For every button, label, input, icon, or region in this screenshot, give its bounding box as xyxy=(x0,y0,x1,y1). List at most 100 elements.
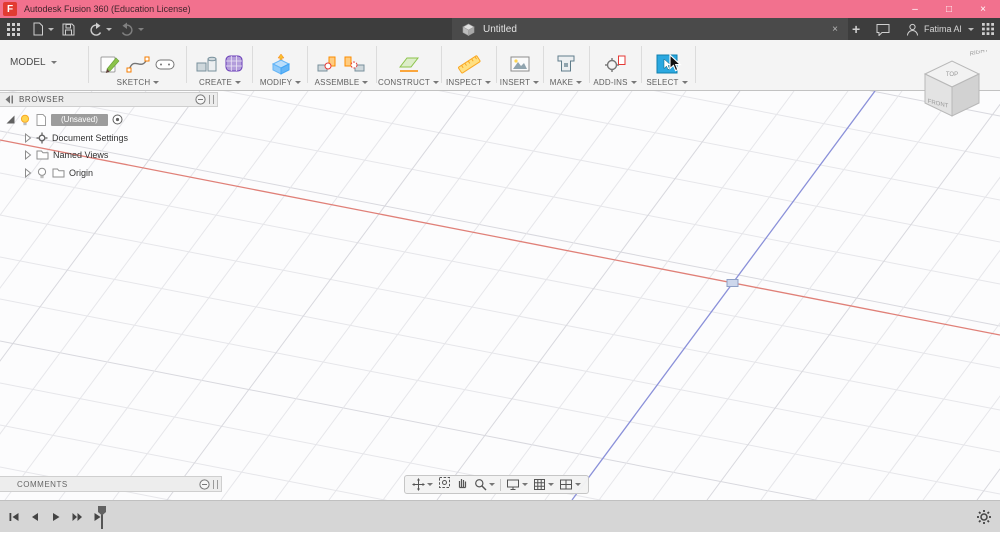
browser-item-label: Origin xyxy=(69,167,94,178)
pan-button[interactable] xyxy=(456,476,469,494)
maximize-button[interactable]: □ xyxy=(932,0,966,18)
panel-minimize-icon[interactable] xyxy=(199,478,210,490)
visibility-bulb-icon[interactable] xyxy=(19,114,31,126)
insert-canvas-button[interactable] xyxy=(508,53,532,75)
collapse-panel-icon[interactable] xyxy=(4,95,14,104)
browser-panel-header[interactable]: BROWSER xyxy=(0,92,218,107)
ribbon-group-sketch: SKETCH xyxy=(92,44,184,87)
timeline-marker[interactable] xyxy=(96,504,108,536)
zoom-button[interactable] xyxy=(474,478,495,491)
viewport-grid xyxy=(0,91,1000,500)
document-root-label[interactable]: (Unsaved) xyxy=(51,113,108,126)
panel-minimize-icon[interactable] xyxy=(195,94,206,105)
create-menu[interactable]: CREATE xyxy=(199,78,242,87)
app-switcher-button[interactable] xyxy=(982,18,994,40)
user-name[interactable]: Fatima Al xyxy=(924,18,962,40)
construct-menu[interactable]: CONSTRUCT xyxy=(378,78,440,87)
gear-script-icon xyxy=(605,55,626,72)
close-button[interactable]: × xyxy=(966,0,1000,18)
sketch-slot-button[interactable] xyxy=(153,53,177,75)
skip-to-start-button[interactable] xyxy=(8,511,20,523)
browser-item-origin[interactable]: Origin xyxy=(24,165,93,180)
chevron-down-icon xyxy=(575,483,581,486)
redo-caret-icon xyxy=(138,27,144,31)
ribbon-group-create: CREATE xyxy=(190,44,250,87)
divider xyxy=(543,46,544,83)
data-panel-toggle[interactable] xyxy=(7,18,20,40)
navigation-bar xyxy=(404,475,589,494)
inspect-menu[interactable]: INSPECT xyxy=(446,78,492,87)
user-menu-caret[interactable] xyxy=(968,18,974,40)
visibility-bulb-icon[interactable] xyxy=(36,167,48,179)
account-button[interactable] xyxy=(906,18,919,40)
save-button[interactable] xyxy=(62,18,75,40)
joint-button[interactable] xyxy=(343,53,367,75)
browser-item-named-views[interactable]: Named Views xyxy=(24,147,108,162)
browser-item-document-settings[interactable]: Document Settings xyxy=(24,130,128,145)
grid-snaps-button[interactable] xyxy=(533,478,554,491)
browser-root-row[interactable]: (Unsaved) xyxy=(6,112,123,127)
viewcube-right-label: RIGHT xyxy=(970,50,989,58)
workspace-selector[interactable]: MODEL xyxy=(10,57,57,68)
document-tab-label: Untitled xyxy=(483,23,517,35)
undo-button[interactable] xyxy=(88,18,112,40)
measure-icon xyxy=(457,55,481,74)
workspace-label: MODEL xyxy=(10,57,46,68)
zoom-fit-button[interactable] xyxy=(438,476,451,494)
file-menu-button[interactable] xyxy=(32,18,54,40)
sketch-spline-button[interactable] xyxy=(126,53,150,75)
tab-close-button[interactable]: × xyxy=(832,24,838,35)
maximize-icon: □ xyxy=(945,3,953,15)
assemble-menu[interactable]: ASSEMBLE xyxy=(315,78,369,87)
display-settings-button[interactable] xyxy=(506,478,528,491)
make-button[interactable] xyxy=(554,53,578,75)
chevron-right-icon[interactable] xyxy=(24,167,32,178)
ribbon-group-inspect: INSPECT xyxy=(443,44,494,87)
activate-target-icon[interactable] xyxy=(112,114,123,125)
undo-icon xyxy=(90,22,102,36)
sketch-menu[interactable]: SKETCH xyxy=(117,78,160,87)
chevron-down-icon xyxy=(681,81,688,84)
construct-plane-button[interactable] xyxy=(397,53,421,75)
chevron-right-icon[interactable] xyxy=(24,149,32,160)
chevron-right-icon[interactable] xyxy=(24,132,32,143)
create-sketch-button[interactable] xyxy=(99,53,123,75)
new-tab-button[interactable]: + xyxy=(852,18,860,40)
new-component-button[interactable] xyxy=(316,53,340,75)
document-tab[interactable]: Untitled × xyxy=(452,18,848,40)
minimize-button[interactable]: – xyxy=(898,0,932,18)
viewport[interactable]: BROWSER (Unsaved) Document Settings Name… xyxy=(0,91,1000,500)
group-label: ADD-INS xyxy=(593,78,628,87)
title-bar: F Autodesk Fusion 360 (Education License… xyxy=(0,0,1000,18)
press-pull-button[interactable] xyxy=(269,53,293,75)
orbit-button[interactable] xyxy=(412,478,433,491)
create-solid-button[interactable] xyxy=(195,53,219,75)
create-form-button[interactable] xyxy=(222,53,246,75)
modify-menu[interactable]: MODIFY xyxy=(260,78,302,87)
select-tool-button[interactable] xyxy=(655,53,679,75)
chevron-down-icon xyxy=(433,81,440,84)
view-cube[interactable]: TOP FRONT RIGHT xyxy=(913,46,991,127)
ribbon-group-select: SELECT xyxy=(643,44,691,87)
make-menu[interactable]: MAKE xyxy=(550,78,583,87)
panel-grip-handle[interactable] xyxy=(213,479,218,489)
divider xyxy=(695,46,696,83)
select-menu[interactable]: SELECT xyxy=(646,78,688,87)
step-forward-button[interactable] xyxy=(71,511,84,523)
notifications-button[interactable] xyxy=(876,18,890,40)
ribbon-toolbar: MODEL SKETCH CREATE MODIFY ASSEMBLE CONS… xyxy=(0,40,1000,91)
expanded-triangle-icon[interactable] xyxy=(6,115,15,124)
play-button[interactable] xyxy=(50,511,62,523)
panel-grip-handle[interactable] xyxy=(209,95,214,104)
insert-menu[interactable]: INSERT xyxy=(500,78,540,87)
viewports-button[interactable] xyxy=(559,478,581,491)
redo-button[interactable] xyxy=(120,18,144,40)
save-icon xyxy=(62,23,75,35)
measure-button[interactable] xyxy=(457,53,481,75)
step-back-button[interactable] xyxy=(29,511,41,523)
timeline-settings-button[interactable] xyxy=(976,509,992,530)
addins-menu[interactable]: ADD-INS xyxy=(593,78,637,87)
scripts-addins-button[interactable] xyxy=(603,53,627,75)
divider xyxy=(496,46,497,83)
comments-panel-header[interactable]: COMMENTS xyxy=(0,476,222,492)
